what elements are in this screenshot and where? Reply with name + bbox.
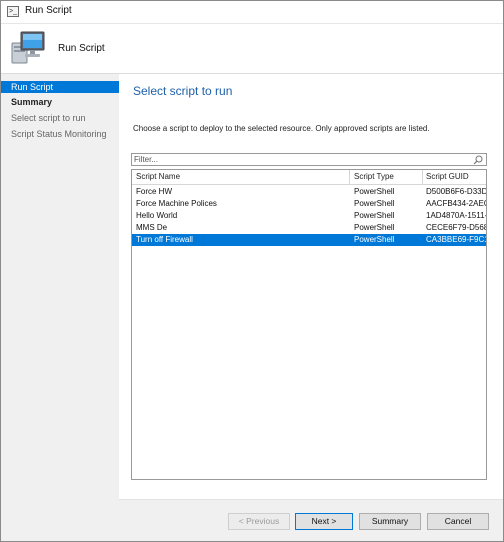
header-title: Run Script [58,43,105,54]
wizard-content: Select script to run Choose a script to … [119,74,503,499]
nav-item-script-status-monitoring[interactable]: Script Status Monitoring [1,128,119,140]
run-script-window: >_ Run Script Run Script Run Script Summ… [0,0,504,542]
console-window-icon: >_ [7,6,19,17]
cell-script-guid: 1AD4870A-1511-4 [426,211,487,220]
table-row[interactable]: Force HW PowerShell D500B6F6-D33D- [132,186,486,198]
cell-script-guid: AACFB434-2AEC- [426,199,487,208]
cell-script-guid: CA3BBE69-F9C1- [426,235,487,244]
cancel-button[interactable]: Cancel [427,513,489,530]
wizard-header: Run Script [1,24,503,74]
column-header-script-type[interactable]: Script Type [354,170,422,184]
previous-button[interactable]: < Previous [228,513,290,530]
cell-script-type: PowerShell [354,187,395,196]
page-title: Select script to run [133,84,233,98]
cell-script-name: Force Machine Polices [136,199,217,208]
table-row-selected[interactable]: Turn off Firewall PowerShell CA3BBE69-F9… [132,234,486,246]
cell-script-name: Turn off Firewall [136,235,193,244]
nav-item-select-script[interactable]: Select script to run [1,112,119,124]
instruction-text: Choose a script to deploy to the selecte… [133,124,430,133]
wizard-footer: < Previous Next > Summary Cancel [119,499,503,541]
computer-monitor-icon [11,31,45,64]
column-header-script-guid[interactable]: Script GUID [426,170,486,184]
nav-item-run-script[interactable]: Run Script [1,81,119,93]
nav-item-summary[interactable]: Summary [1,96,119,108]
next-button[interactable]: Next > [295,513,353,530]
column-header-script-name[interactable]: Script Name [136,170,348,184]
search-icon[interactable] [473,155,483,165]
cell-script-type: PowerShell [354,211,395,220]
table-row[interactable]: Force Machine Polices PowerShell AACFB43… [132,198,486,210]
cell-script-type: PowerShell [354,199,395,208]
table-row[interactable]: MMS De PowerShell CECE6F79-D568- [132,222,486,234]
cell-script-type: PowerShell [354,223,395,232]
title-bar[interactable]: >_ Run Script [1,1,503,24]
cell-script-name: Hello World [136,211,178,220]
scripts-table[interactable]: Script Name Script Type Script GUID Forc… [131,169,487,480]
cell-script-name: MMS De [136,223,168,232]
wizard-navigation: Run Script Summary Select script to run … [1,74,119,541]
column-divider[interactable] [422,170,423,184]
cell-script-guid: D500B6F6-D33D- [426,187,487,196]
summary-button[interactable]: Summary [359,513,421,530]
filter-input[interactable] [134,154,464,165]
cell-script-guid: CECE6F79-D568- [426,223,487,232]
table-header: Script Name Script Type Script GUID [132,170,486,185]
cell-script-name: Force HW [136,187,172,196]
filter-box[interactable] [131,153,487,166]
column-divider[interactable] [349,170,350,184]
table-row[interactable]: Hello World PowerShell 1AD4870A-1511-4 [132,210,486,222]
window-title: Run Script [25,5,72,16]
cell-script-type: PowerShell [354,235,395,244]
